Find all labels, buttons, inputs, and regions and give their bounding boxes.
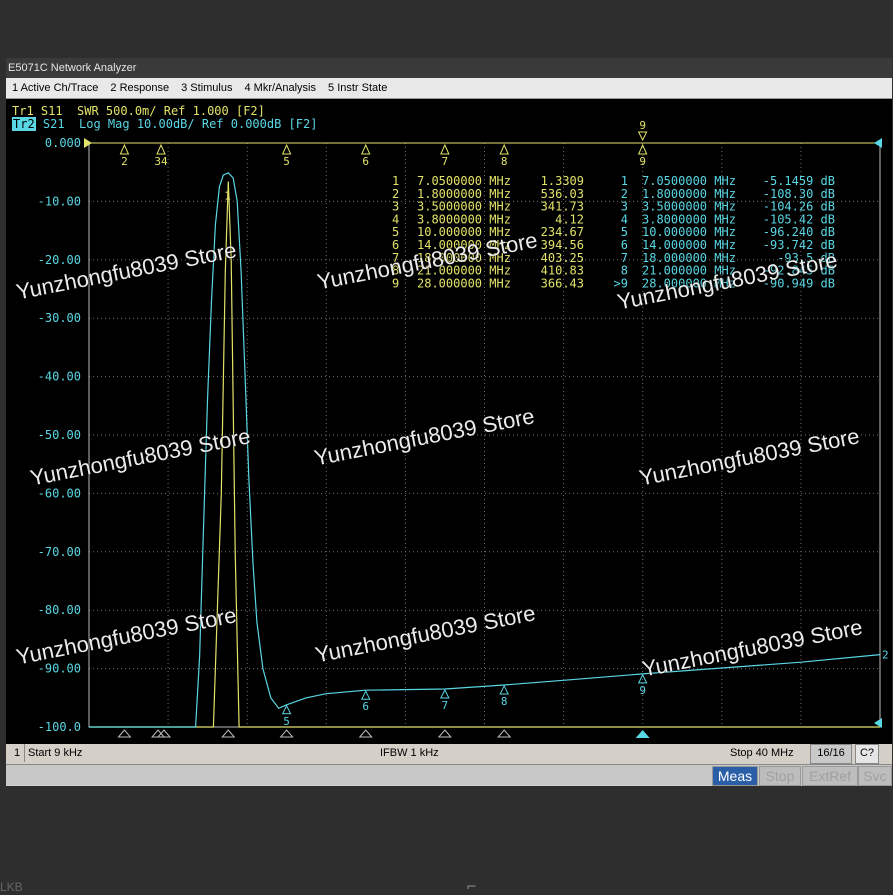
trace-marker-label: 5 [283,715,290,728]
marker-9-top-label: 9 [639,119,646,132]
stimulus-marker-triangle [279,729,294,738]
tr1-marker-value: 366.43 [541,276,584,290]
stimulus-marker-triangle [437,729,452,738]
softkey-bar: Meas Stop ExtRef Svc [6,764,892,786]
svc-button[interactable]: Svc [858,766,892,786]
trace-marker-label: 8 [501,695,508,708]
stimulus-marker-triangle [150,729,166,738]
marker-top-triangle [281,143,292,155]
status-ifbw: IFBW 1 kHz [380,747,439,759]
trace1-header[interactable]: Tr1 S11 SWR 500.0m/ Ref 1.000 [F2] [12,104,265,118]
marker-top-label: 6 [362,155,369,168]
marker-top-triangle [499,143,509,155]
trace1-label: Tr1 [12,104,34,118]
menu-instr-state[interactable]: 5 Instr State [322,78,393,98]
marker-top-label: 7 [442,155,449,168]
stop-button[interactable]: Stop [759,766,801,786]
trace-marker-label: 6 [362,700,369,713]
y-tick-label: -70.00 [38,545,81,559]
stimulus-marker-triangle [117,729,132,738]
marker-top-label: 34 [154,155,168,168]
menu-mkr-analysis[interactable]: 4 Mkr/Analysis [238,78,322,98]
y-tick-label: -100.0 [38,720,81,734]
meas-button[interactable]: Meas [712,766,758,786]
y-tick-label: -80.00 [38,603,81,617]
bottom-text: LKB [0,880,23,894]
ref-arrow-left-icon [84,138,92,148]
tr1-marker-freq: 28.000000 MHz [417,276,511,290]
menu-bar: 1 Active Ch/Trace 2 Response 3 Stimulus … [6,78,892,99]
marker-top-triangle [440,143,450,155]
y-tick-label: -10.00 [38,194,81,208]
marker-top-label: 8 [501,155,508,168]
trace-marker-label: 1 [224,190,231,203]
extref-button[interactable]: ExtRef [802,766,858,786]
trace-marker-triangle [281,704,292,715]
active-marker-triangle [635,730,650,738]
stimulus-marker-triangle [358,729,373,738]
marker-9-top-triangle [637,131,648,142]
y-tick-label: -20.00 [38,253,81,267]
status-bar: 1 Start 9 kHz IFBW 1 kHz Stop 40 MHz 16/… [10,744,884,764]
stimulus-marker-triangle [497,729,512,738]
marker-top-triangle [360,143,371,155]
trace1-info: S11 SWR 500.0m/ Ref 1.000 [F2] [33,104,265,118]
trace2-header[interactable]: Tr2 S21 Log Mag 10.00dB/ Ref 0.000dB [F2… [12,117,317,131]
ref-arrow-right-icon [874,138,882,148]
y-tick-label: -30.00 [38,311,81,325]
stimulus-marker-triangle [156,729,172,738]
menu-response[interactable]: 2 Response [104,78,175,98]
y-tick-label: 0.000 [45,136,81,150]
stimulus-marker-triangle [221,729,236,738]
menu-active-ch-trace[interactable]: 1 Active Ch/Trace [6,78,104,98]
trace-marker-label: 9 [639,684,646,697]
status-channel[interactable]: 1 [10,744,25,762]
status-start: Start 9 kHz [28,747,83,759]
trace-end-label: 2 [882,649,889,662]
marker-top-label: 9 [639,155,646,168]
marker-top-label: 2 [121,155,128,168]
trace-marker-triangle [499,684,509,695]
marker-top-triangle [119,143,130,155]
trace-marker-triangle [440,688,450,699]
trace2-label: Tr2 [12,117,36,131]
status-stop: Stop 40 MHz [730,747,794,759]
y-tick-label: -40.00 [38,370,81,384]
trace-marker-label: 7 [442,699,449,712]
status-sweep-count: 16/16 [810,744,852,764]
trace2-info: S21 Log Mag 10.00dB/ Ref 0.000dB [F2] [35,117,318,131]
status-cal: C? [855,744,879,764]
menu-stimulus[interactable]: 3 Stimulus [175,78,238,98]
marker-top-triangle [637,143,648,155]
trace-marker-triangle [360,690,371,700]
marker-top-label: 5 [283,155,290,168]
y-tick-label: -50.00 [38,428,81,442]
marker-top-triangle [156,143,166,155]
window-title: E5071C Network Analyzer [6,58,892,78]
